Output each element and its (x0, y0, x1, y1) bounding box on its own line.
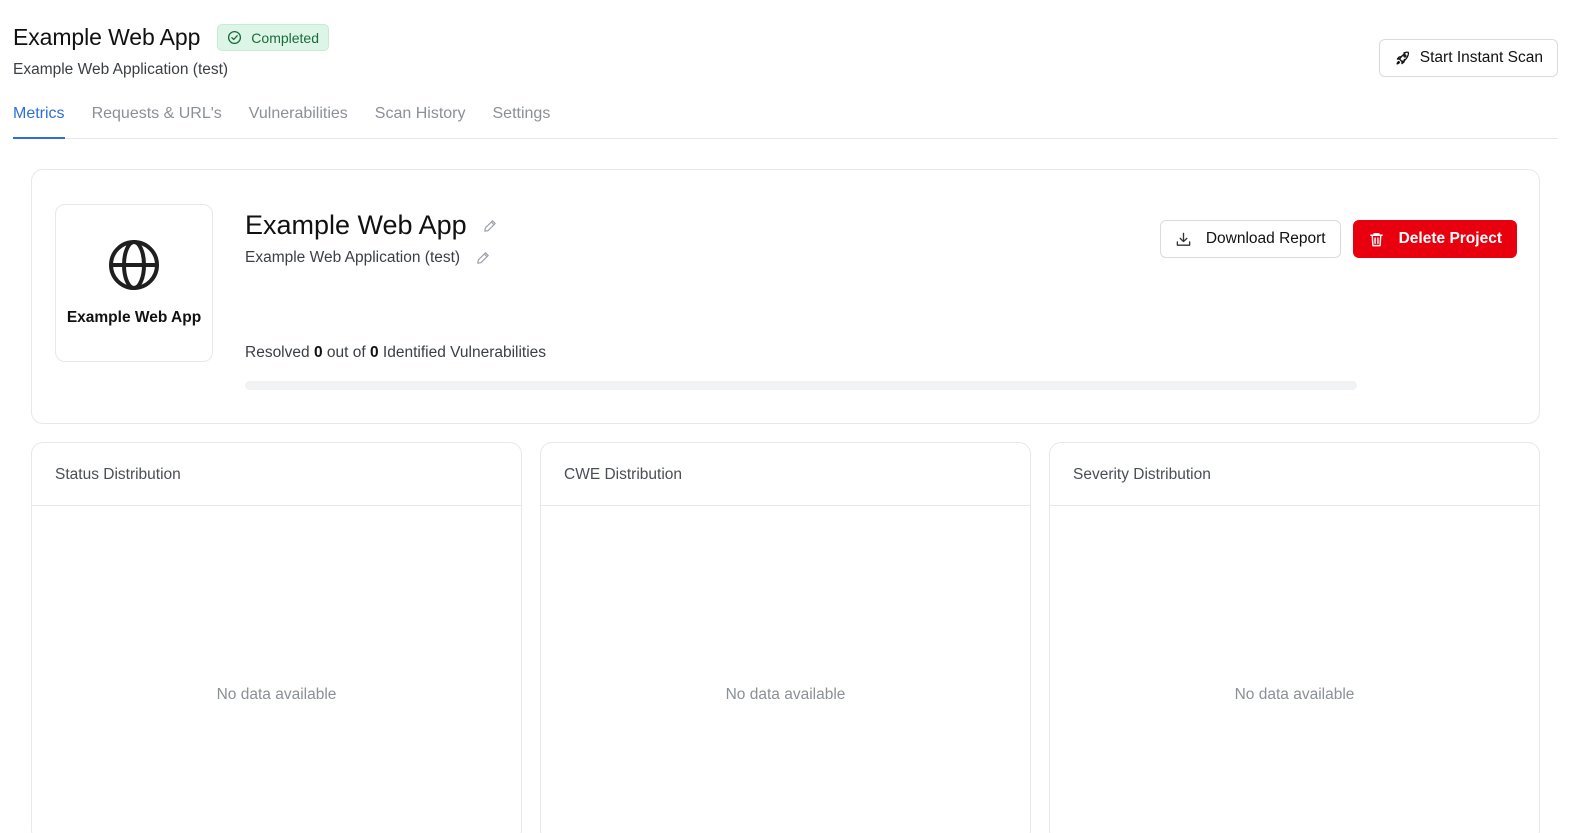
resolution-progress-bar (245, 381, 1357, 390)
project-actions: Download Report Delete Project (1159, 220, 1517, 258)
severity-distribution-title: Severity Distribution (1050, 443, 1539, 506)
project-logo-label: Example Web App (66, 309, 202, 326)
severity-distribution-empty: No data available (1234, 686, 1355, 703)
status-distribution-empty: No data available (216, 686, 337, 703)
project-description-row: Example Web Application (test) (245, 249, 497, 267)
status-badge: Completed (217, 24, 329, 51)
delete-project-button[interactable]: Delete Project (1352, 220, 1517, 258)
start-instant-scan-label: Start Instant Scan (1419, 49, 1543, 66)
page-subtitle: Example Web Application (test) (13, 61, 229, 78)
project-name: Example Web App (245, 210, 467, 240)
edit-name-pencil-icon[interactable] (483, 219, 497, 233)
tab-scan-history[interactable]: Scan History (375, 100, 466, 139)
project-logo: Example Web App (55, 204, 213, 362)
status-distribution-title: Status Distribution (32, 443, 521, 506)
severity-distribution-card: Severity Distribution No data available (1049, 442, 1540, 833)
check-circle-icon (228, 30, 242, 45)
project-name-row: Example Web App (245, 210, 497, 241)
project-info: Example Web App Example Web Application … (245, 210, 497, 267)
download-icon (1176, 232, 1191, 246)
title-row: Example Web App Completed (13, 24, 1558, 51)
cwe-distribution-empty: No data available (725, 686, 846, 703)
status-distribution-card: Status Distribution No data available (31, 442, 522, 833)
tab-requests-urls[interactable]: Requests & URL's (92, 100, 222, 139)
project-card: Example Web App Example Web App Example … (31, 169, 1540, 424)
tab-settings[interactable]: Settings (493, 100, 551, 139)
rocket-icon (1396, 51, 1409, 65)
resolved-mid: out of (326, 344, 366, 361)
cwe-distribution-title: CWE Distribution (541, 443, 1030, 506)
download-report-label: Download Report (1205, 230, 1326, 247)
resolved-suffix: Identified Vulnerabilities (382, 344, 547, 361)
page-title: Example Web App (13, 24, 201, 50)
tab-vulnerabilities[interactable]: Vulnerabilities (249, 100, 348, 139)
resolved-prefix: Resolved (245, 344, 310, 361)
globe-icon (109, 240, 159, 290)
page-header: Example Web App Completed Example Web Ap… (13, 24, 1558, 84)
page: Example Web App Completed Example Web Ap… (0, 0, 1573, 833)
tab-bar: Metrics Requests & URL's Vulnerabilities… (13, 100, 1558, 139)
identified-count: 0 (369, 344, 379, 361)
start-instant-scan-button[interactable]: Start Instant Scan (1378, 39, 1558, 77)
project-description: Example Web Application (test) (245, 249, 461, 266)
delete-project-label: Delete Project (1398, 230, 1502, 247)
edit-description-pencil-icon[interactable] (476, 251, 490, 265)
status-badge-label: Completed (251, 29, 319, 46)
resolved-summary: Resolved 0 out of 0 Identified Vulnerabi… (245, 344, 546, 362)
tab-metrics[interactable]: Metrics (13, 100, 65, 139)
download-report-button[interactable]: Download Report (1159, 220, 1341, 258)
cwe-distribution-card: CWE Distribution No data available (540, 442, 1031, 833)
resolved-count: 0 (313, 344, 323, 361)
trash-icon (1369, 232, 1383, 246)
